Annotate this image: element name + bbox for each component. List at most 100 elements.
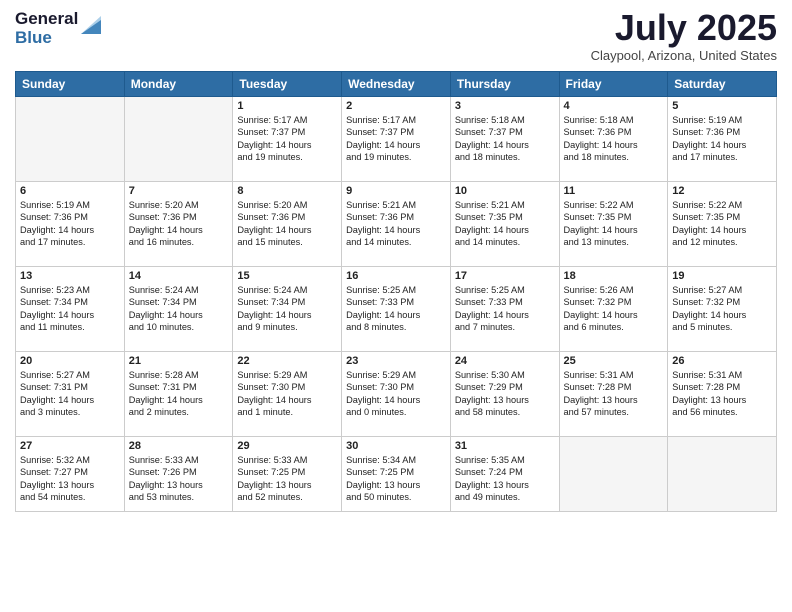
cell-content: Sunrise: 5:20 AM Sunset: 7:36 PM Dayligh… — [237, 199, 337, 249]
day-number: 31 — [455, 440, 555, 452]
calendar-cell: 8 Sunrise: 5:20 AM Sunset: 7:36 PM Daylig… — [233, 182, 342, 267]
column-header-thursday: Thursday — [450, 72, 559, 97]
header: General Blue July 2025 Claypool, Arizona… — [15, 10, 777, 63]
calendar-cell: 13 Sunrise: 5:23 AM Sunset: 7:34 PM Dayli… — [16, 267, 125, 352]
month-title: July 2025 — [591, 10, 777, 46]
calendar-cell: 22 Sunrise: 5:29 AM Sunset: 7:30 PM Dayli… — [233, 352, 342, 437]
calendar-body: 1 Sunrise: 5:17 AM Sunset: 7:37 PM Daylig… — [16, 97, 777, 512]
day-number: 8 — [237, 185, 337, 197]
day-number: 7 — [129, 185, 229, 197]
logo-icon — [81, 12, 101, 34]
day-number: 22 — [237, 355, 337, 367]
day-number: 17 — [455, 270, 555, 282]
cell-content: Sunrise: 5:26 AM Sunset: 7:32 PM Dayligh… — [564, 284, 664, 334]
day-number: 27 — [20, 440, 120, 452]
day-number: 10 — [455, 185, 555, 197]
logo-text: General Blue — [15, 10, 78, 47]
calendar-cell — [559, 437, 668, 512]
calendar-cell: 16 Sunrise: 5:25 AM Sunset: 7:33 PM Dayli… — [342, 267, 451, 352]
day-number: 24 — [455, 355, 555, 367]
cell-content: Sunrise: 5:32 AM Sunset: 7:27 PM Dayligh… — [20, 454, 120, 504]
cell-content: Sunrise: 5:25 AM Sunset: 7:33 PM Dayligh… — [455, 284, 555, 334]
day-number: 2 — [346, 100, 446, 112]
logo: General Blue — [15, 10, 101, 47]
calendar-cell — [124, 97, 233, 182]
cell-content: Sunrise: 5:17 AM Sunset: 7:37 PM Dayligh… — [237, 114, 337, 164]
calendar-cell: 18 Sunrise: 5:26 AM Sunset: 7:32 PM Dayli… — [559, 267, 668, 352]
day-number: 12 — [672, 185, 772, 197]
cell-content: Sunrise: 5:31 AM Sunset: 7:28 PM Dayligh… — [564, 369, 664, 419]
calendar-cell: 17 Sunrise: 5:25 AM Sunset: 7:33 PM Dayli… — [450, 267, 559, 352]
day-number: 4 — [564, 100, 664, 112]
cell-content: Sunrise: 5:33 AM Sunset: 7:26 PM Dayligh… — [129, 454, 229, 504]
day-number: 11 — [564, 185, 664, 197]
calendar-table: SundayMondayTuesdayWednesdayThursdayFrid… — [15, 71, 777, 512]
column-header-sunday: Sunday — [16, 72, 125, 97]
column-header-saturday: Saturday — [668, 72, 777, 97]
week-row-1: 1 Sunrise: 5:17 AM Sunset: 7:37 PM Daylig… — [16, 97, 777, 182]
calendar-cell: 27 Sunrise: 5:32 AM Sunset: 7:27 PM Dayli… — [16, 437, 125, 512]
title-area: July 2025 Claypool, Arizona, United Stat… — [591, 10, 777, 63]
column-header-friday: Friday — [559, 72, 668, 97]
day-number: 21 — [129, 355, 229, 367]
cell-content: Sunrise: 5:18 AM Sunset: 7:36 PM Dayligh… — [564, 114, 664, 164]
calendar-cell: 23 Sunrise: 5:29 AM Sunset: 7:30 PM Dayli… — [342, 352, 451, 437]
cell-content: Sunrise: 5:20 AM Sunset: 7:36 PM Dayligh… — [129, 199, 229, 249]
day-number: 16 — [346, 270, 446, 282]
cell-content: Sunrise: 5:19 AM Sunset: 7:36 PM Dayligh… — [672, 114, 772, 164]
column-header-monday: Monday — [124, 72, 233, 97]
day-number: 18 — [564, 270, 664, 282]
day-number: 28 — [129, 440, 229, 452]
day-number: 26 — [672, 355, 772, 367]
cell-content: Sunrise: 5:30 AM Sunset: 7:29 PM Dayligh… — [455, 369, 555, 419]
cell-content: Sunrise: 5:27 AM Sunset: 7:32 PM Dayligh… — [672, 284, 772, 334]
cell-content: Sunrise: 5:24 AM Sunset: 7:34 PM Dayligh… — [237, 284, 337, 334]
day-number: 5 — [672, 100, 772, 112]
cell-content: Sunrise: 5:21 AM Sunset: 7:36 PM Dayligh… — [346, 199, 446, 249]
calendar-cell — [668, 437, 777, 512]
day-number: 13 — [20, 270, 120, 282]
cell-content: Sunrise: 5:21 AM Sunset: 7:35 PM Dayligh… — [455, 199, 555, 249]
calendar-cell: 29 Sunrise: 5:33 AM Sunset: 7:25 PM Dayli… — [233, 437, 342, 512]
cell-content: Sunrise: 5:22 AM Sunset: 7:35 PM Dayligh… — [672, 199, 772, 249]
day-number: 9 — [346, 185, 446, 197]
calendar-cell: 11 Sunrise: 5:22 AM Sunset: 7:35 PM Dayli… — [559, 182, 668, 267]
cell-content: Sunrise: 5:29 AM Sunset: 7:30 PM Dayligh… — [346, 369, 446, 419]
week-row-5: 27 Sunrise: 5:32 AM Sunset: 7:27 PM Dayli… — [16, 437, 777, 512]
cell-content: Sunrise: 5:22 AM Sunset: 7:35 PM Dayligh… — [564, 199, 664, 249]
day-number: 23 — [346, 355, 446, 367]
header-row: SundayMondayTuesdayWednesdayThursdayFrid… — [16, 72, 777, 97]
calendar-cell: 19 Sunrise: 5:27 AM Sunset: 7:32 PM Dayli… — [668, 267, 777, 352]
calendar-cell: 26 Sunrise: 5:31 AM Sunset: 7:28 PM Dayli… — [668, 352, 777, 437]
cell-content: Sunrise: 5:35 AM Sunset: 7:24 PM Dayligh… — [455, 454, 555, 504]
cell-content: Sunrise: 5:34 AM Sunset: 7:25 PM Dayligh… — [346, 454, 446, 504]
cell-content: Sunrise: 5:19 AM Sunset: 7:36 PM Dayligh… — [20, 199, 120, 249]
day-number: 19 — [672, 270, 772, 282]
calendar-cell: 1 Sunrise: 5:17 AM Sunset: 7:37 PM Daylig… — [233, 97, 342, 182]
cell-content: Sunrise: 5:25 AM Sunset: 7:33 PM Dayligh… — [346, 284, 446, 334]
day-number: 1 — [237, 100, 337, 112]
calendar-cell: 21 Sunrise: 5:28 AM Sunset: 7:31 PM Dayli… — [124, 352, 233, 437]
cell-content: Sunrise: 5:23 AM Sunset: 7:34 PM Dayligh… — [20, 284, 120, 334]
calendar-cell: 15Sunrise: 5:24 AM Sunset: 7:34 PM Dayli… — [233, 267, 342, 352]
day-number: 30 — [346, 440, 446, 452]
cell-content: Sunrise: 5:28 AM Sunset: 7:31 PM Dayligh… — [129, 369, 229, 419]
calendar-cell: 28 Sunrise: 5:33 AM Sunset: 7:26 PM Dayli… — [124, 437, 233, 512]
calendar-cell: 30 Sunrise: 5:34 AM Sunset: 7:25 PM Dayli… — [342, 437, 451, 512]
week-row-3: 13 Sunrise: 5:23 AM Sunset: 7:34 PM Dayli… — [16, 267, 777, 352]
calendar-cell: 31 Sunrise: 5:35 AM Sunset: 7:24 PM Dayli… — [450, 437, 559, 512]
cell-content: Sunrise: 5:27 AM Sunset: 7:31 PM Dayligh… — [20, 369, 120, 419]
column-header-wednesday: Wednesday — [342, 72, 451, 97]
cell-content: Sunrise: 5:24 AM Sunset: 7:34 PM Dayligh… — [129, 284, 229, 334]
cell-content: Sunrise: 5:29 AM Sunset: 7:30 PM Dayligh… — [237, 369, 337, 419]
cell-content: Sunrise: 5:33 AM Sunset: 7:25 PM Dayligh… — [237, 454, 337, 504]
day-number: 14 — [129, 270, 229, 282]
calendar-cell — [16, 97, 125, 182]
calendar-cell: 2Sunrise: 5:17 AM Sunset: 7:37 PM Daylig… — [342, 97, 451, 182]
day-number: 29 — [237, 440, 337, 452]
calendar-cell: 14 Sunrise: 5:24 AM Sunset: 7:34 PM Dayli… — [124, 267, 233, 352]
cell-content: Sunrise: 5:31 AM Sunset: 7:28 PM Dayligh… — [672, 369, 772, 419]
calendar-cell: 9 Sunrise: 5:21 AM Sunset: 7:36 PM Daylig… — [342, 182, 451, 267]
calendar-cell: 12 Sunrise: 5:22 AM Sunset: 7:35 PM Dayli… — [668, 182, 777, 267]
day-number: 20 — [20, 355, 120, 367]
